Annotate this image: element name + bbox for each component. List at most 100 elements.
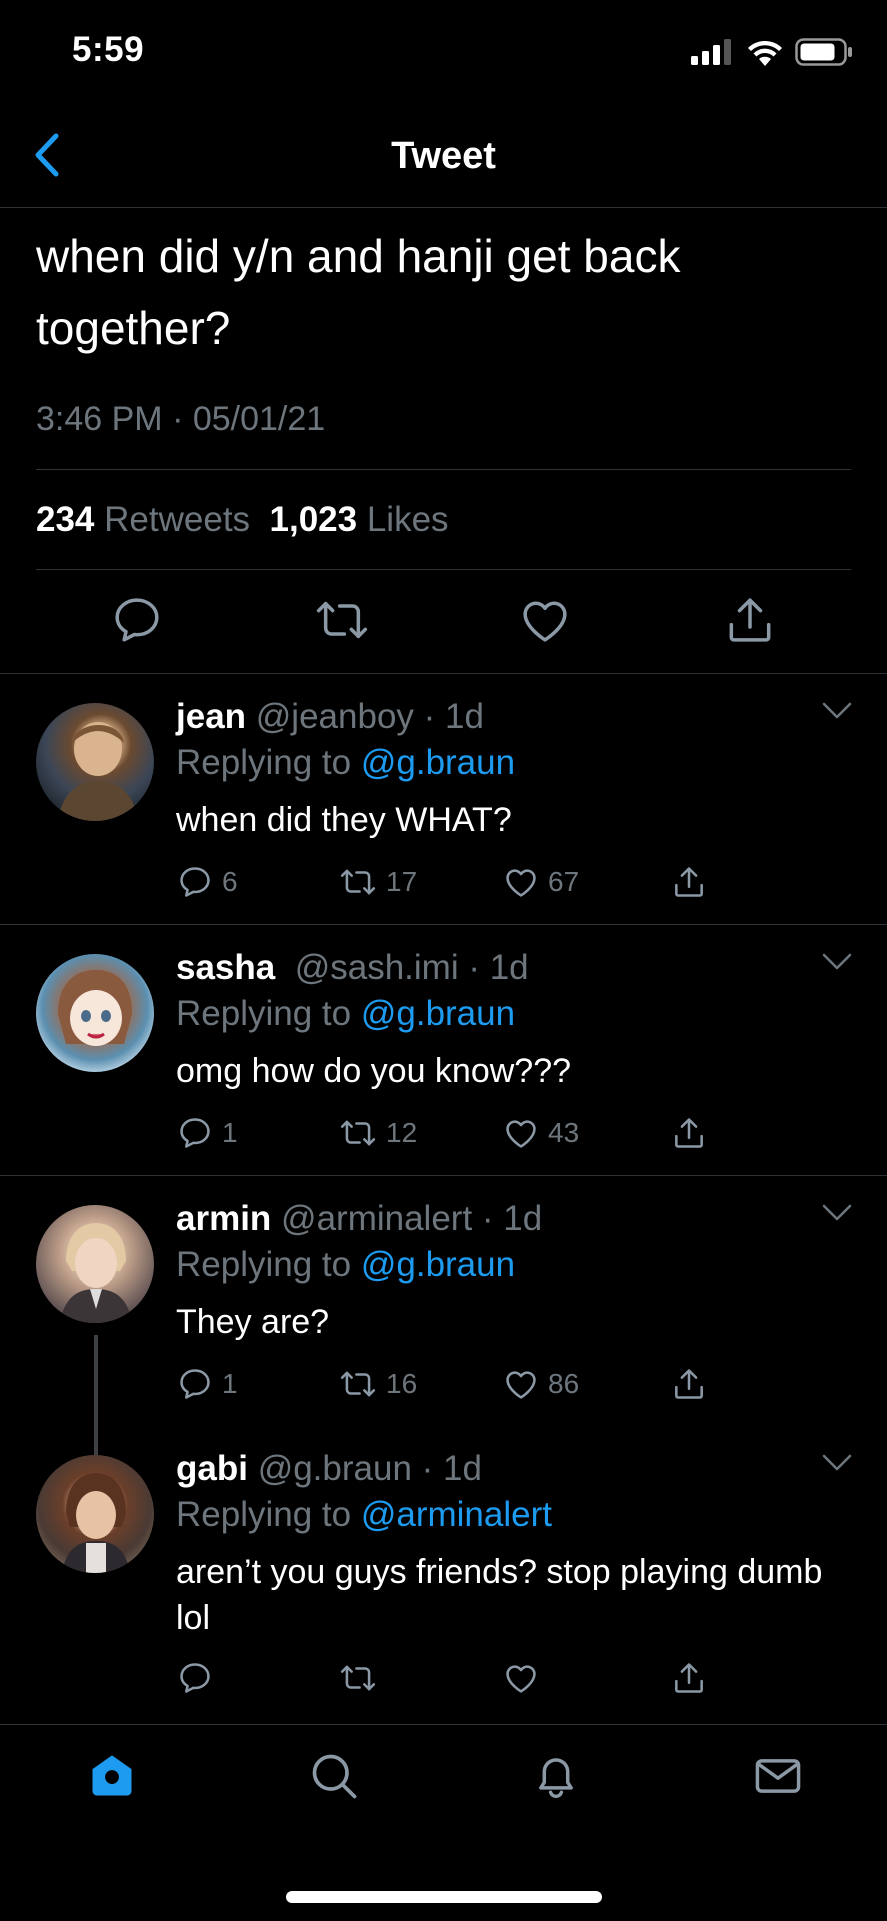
replying-to-link[interactable]: @arminalert — [361, 1495, 552, 1534]
reply-text: when did they WHAT? — [176, 801, 512, 839]
tab-messages[interactable] — [752, 1750, 804, 1807]
share-button[interactable] — [670, 1659, 716, 1697]
replying-to-label: Replying to — [176, 1245, 352, 1284]
chevron-down-icon — [822, 1454, 852, 1471]
replying-to-label: Replying to — [176, 1495, 352, 1534]
comment-count: 1 — [222, 1117, 238, 1148]
reply-item[interactable]: armin @arminalert · 1d Replying to @g.br… — [0, 1175, 887, 1463]
like-count: 67 — [548, 866, 580, 897]
reply-button[interactable]: 6 — [176, 863, 338, 901]
reply-author-handle[interactable]: @jeanboy — [256, 697, 414, 736]
retweet-button[interactable] — [314, 592, 370, 648]
reply-text: aren’t you guys friends? stop playing du… — [176, 1553, 823, 1637]
reply-text: omg how do you know??? — [176, 1052, 572, 1090]
reply-item[interactable]: jean @jeanboy · 1d Replying to @g.braun … — [0, 673, 887, 924]
bell-icon — [539, 1758, 573, 1799]
avatar[interactable] — [36, 1205, 154, 1323]
tab-home[interactable] — [86, 1750, 138, 1807]
like-count: 86 — [548, 1368, 580, 1399]
likes-count[interactable]: 1,023 — [270, 500, 358, 539]
avatar[interactable] — [36, 703, 154, 821]
reply-author-handle[interactable]: @arminalert — [281, 1199, 472, 1238]
retweet-icon — [340, 1371, 376, 1397]
status-icons — [691, 38, 853, 66]
like-button[interactable] — [517, 592, 573, 648]
reply-header: jean @jeanboy · 1d — [176, 697, 484, 736]
share-icon — [729, 598, 771, 642]
avatar[interactable] — [36, 1455, 154, 1573]
replying-to-link[interactable]: @g.braun — [361, 1245, 515, 1284]
reply-author-name[interactable]: gabi — [176, 1449, 248, 1488]
avatar[interactable] — [36, 954, 154, 1072]
share-button[interactable] — [670, 1365, 716, 1403]
retweet-icon — [340, 1665, 376, 1691]
reply-button[interactable] — [176, 1659, 338, 1697]
like-button[interactable]: 86 — [502, 1365, 670, 1403]
more-options-button[interactable] — [821, 952, 853, 977]
more-options-button[interactable] — [821, 701, 853, 726]
divider — [36, 469, 851, 470]
replying-to-label: Replying to — [176, 994, 352, 1033]
reply-age: 1d — [443, 1449, 482, 1488]
retweet-icon — [316, 601, 368, 639]
comment-icon — [180, 1663, 210, 1693]
reply-actions: 1 12 43 — [176, 1114, 716, 1152]
home-indicator[interactable] — [286, 1891, 602, 1903]
heart-icon — [506, 1665, 536, 1693]
reply-author-handle[interactable]: @sash.imi — [295, 948, 459, 987]
reply-button[interactable]: 1 — [176, 1365, 338, 1403]
reply-header: gabi @g.braun · 1d — [176, 1449, 482, 1488]
replying-to-link[interactable]: @g.braun — [361, 994, 515, 1033]
tweet-stats: 234 Retweets 1,023 Likes — [36, 500, 449, 540]
tab-notifications[interactable] — [530, 1750, 582, 1807]
reply-item[interactable]: sasha @sash.imi · 1d Replying to @g.brau… — [0, 924, 887, 1175]
reply-button[interactable]: 1 — [176, 1114, 338, 1152]
replying-to-label: Replying to — [176, 743, 352, 782]
retweet-button[interactable] — [338, 1659, 502, 1697]
share-icon — [675, 1663, 703, 1693]
more-options-button[interactable] — [821, 1453, 853, 1478]
tweet-timestamp: 3:46 PM · 05/01/21 — [36, 400, 326, 438]
retweet-button[interactable]: 16 — [338, 1365, 502, 1403]
avatar-art — [62, 1473, 130, 1573]
replying-to-link[interactable]: @g.braun — [361, 743, 515, 782]
share-button[interactable] — [722, 592, 778, 648]
wifi-icon — [748, 40, 782, 66]
reply-author-handle[interactable]: @g.braun — [258, 1449, 412, 1488]
like-button[interactable] — [502, 1659, 670, 1697]
reply-item[interactable]: gabi @g.braun · 1d Replying to @arminale… — [0, 1425, 887, 1724]
comment-count: 6 — [222, 866, 238, 897]
reply-author-name[interactable]: armin — [176, 1199, 271, 1238]
retweet-icon — [340, 1120, 376, 1146]
reply-author-name[interactable]: sasha — [176, 948, 275, 987]
like-button[interactable]: 43 — [502, 1114, 670, 1152]
mail-icon — [755, 1759, 801, 1793]
avatar-art — [58, 722, 138, 821]
more-options-button[interactable] — [821, 1203, 853, 1228]
status-time: 5:59 — [72, 30, 145, 69]
replying-to: Replying to @g.braun — [176, 994, 515, 1034]
replying-to: Replying to @g.braun — [176, 743, 515, 783]
heart-icon — [523, 601, 567, 642]
retweets-count[interactable]: 234 — [36, 500, 94, 539]
like-button[interactable]: 67 — [502, 863, 670, 901]
retweet-button[interactable]: 12 — [338, 1114, 502, 1152]
page-title: Tweet — [391, 135, 496, 177]
chevron-down-icon — [822, 1204, 852, 1221]
reply-author-name[interactable]: jean — [176, 697, 246, 736]
tweet-text: when did y/n and hanji get back together… — [36, 230, 681, 354]
like-count: 43 — [548, 1117, 580, 1148]
share-icon — [675, 867, 703, 897]
search-icon — [312, 1754, 357, 1799]
cellular-signal-icon — [691, 39, 731, 65]
tab-search[interactable] — [308, 1750, 360, 1807]
share-button[interactable] — [670, 1114, 716, 1152]
reply-actions: 1 16 86 — [176, 1365, 716, 1403]
retweet-button[interactable]: 17 — [338, 863, 502, 901]
reply-button[interactable] — [109, 592, 165, 648]
likes-label[interactable]: Likes — [367, 500, 449, 539]
reply-age: 1d — [489, 948, 529, 987]
replying-to: Replying to @g.braun — [176, 1245, 515, 1285]
retweets-label[interactable]: Retweets — [104, 500, 250, 539]
share-button[interactable] — [670, 863, 716, 901]
